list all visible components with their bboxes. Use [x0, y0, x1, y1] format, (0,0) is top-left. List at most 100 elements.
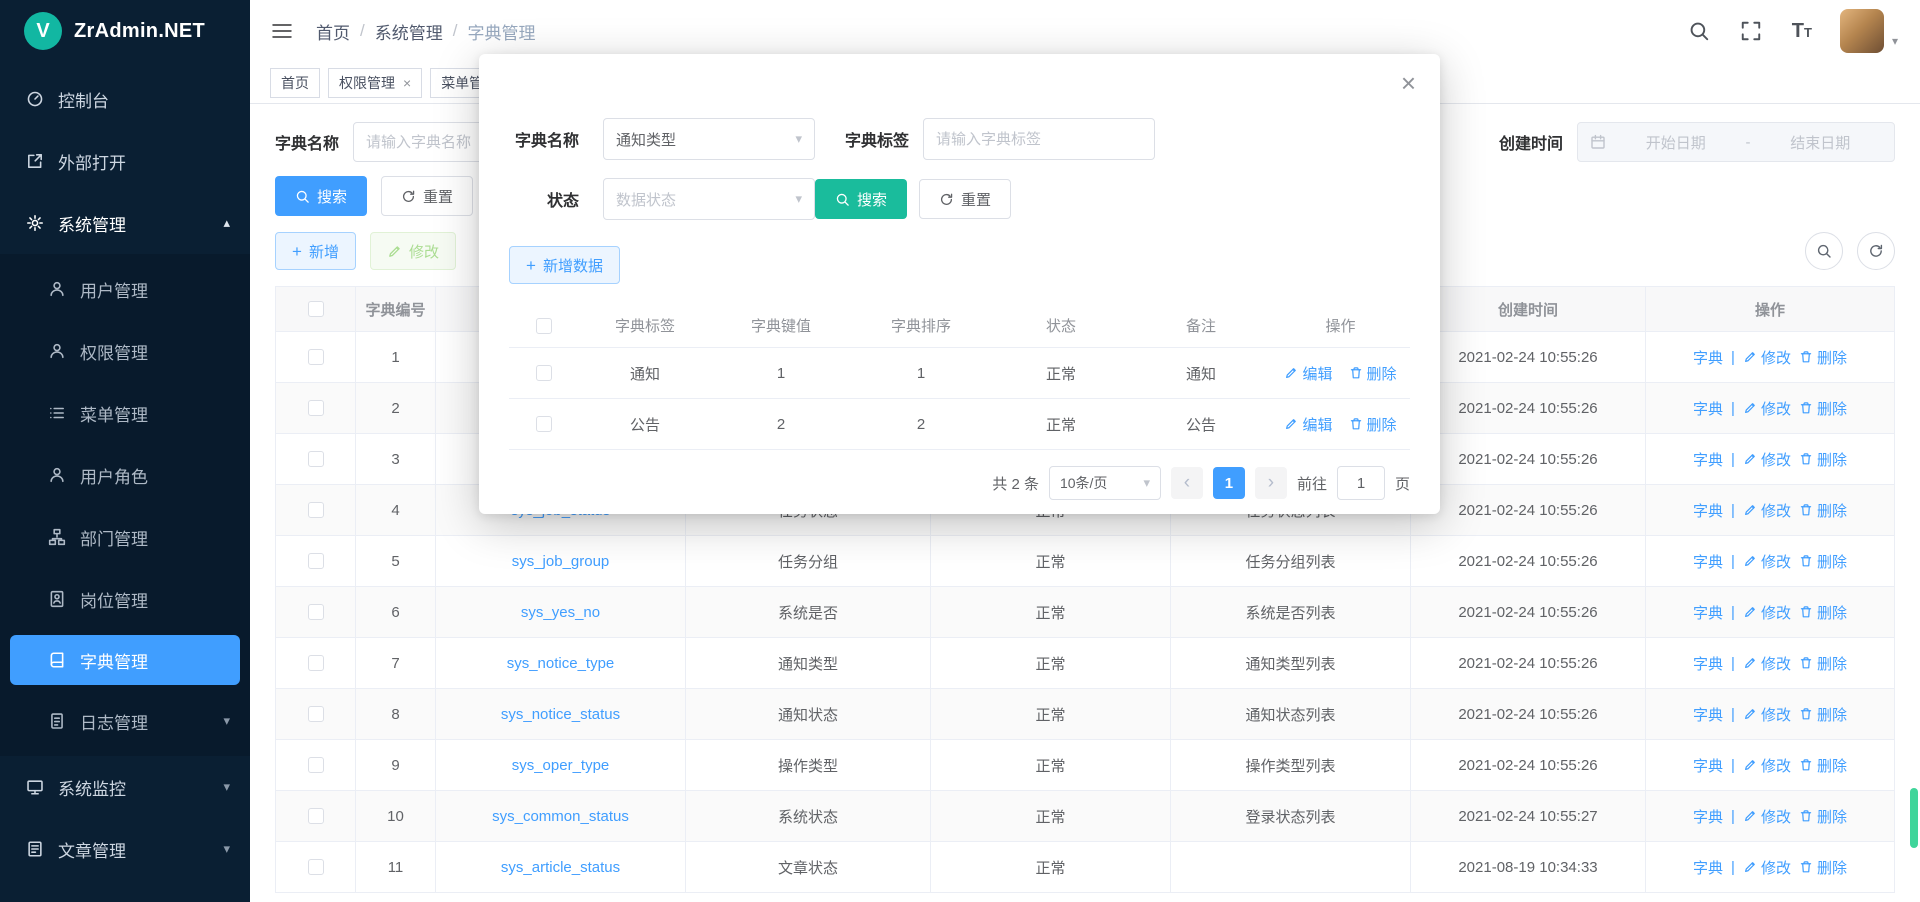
- edit-link[interactable]: 编辑: [1284, 363, 1332, 384]
- row-checkbox[interactable]: [308, 553, 324, 569]
- toggle-search-button[interactable]: [1805, 232, 1843, 270]
- dialog-search-button[interactable]: 搜索: [815, 179, 907, 219]
- edit-link[interactable]: 修改: [1743, 449, 1791, 470]
- delete-link[interactable]: 删除: [1349, 363, 1397, 384]
- delete-link[interactable]: 删除: [1799, 857, 1847, 878]
- row-checkbox[interactable]: [308, 604, 324, 620]
- row-checkbox[interactable]: [308, 349, 324, 365]
- row-checkbox[interactable]: [536, 416, 552, 432]
- dict-name-link[interactable]: sys_yes_no: [521, 604, 600, 621]
- sidebar-item-article[interactable]: 文章管理 ▾: [0, 818, 250, 880]
- edit-button[interactable]: 修改: [370, 232, 456, 270]
- sidebar-item-dashboard[interactable]: 控制台: [0, 68, 250, 130]
- sidebar-item-dict[interactable]: 字典管理: [10, 635, 240, 685]
- page-number-button[interactable]: 1: [1213, 467, 1245, 499]
- dict-name-link[interactable]: sys_notice_status: [501, 706, 620, 723]
- dict-label-input[interactable]: [923, 118, 1155, 160]
- edit-link[interactable]: 修改: [1743, 551, 1791, 572]
- app-logo[interactable]: V ZrAdmin.NET: [0, 0, 250, 62]
- edit-link[interactable]: 修改: [1743, 755, 1791, 776]
- next-page-button[interactable]: ›: [1255, 467, 1287, 499]
- edit-link[interactable]: 修改: [1743, 500, 1791, 521]
- delete-link[interactable]: 删除: [1799, 704, 1847, 725]
- prev-page-button[interactable]: ‹: [1171, 467, 1203, 499]
- close-icon[interactable]: ×: [1401, 70, 1416, 96]
- font-size-icon[interactable]: TT: [1792, 20, 1812, 43]
- delete-link[interactable]: 删除: [1799, 653, 1847, 674]
- breadcrumb-home[interactable]: 首页: [316, 19, 350, 44]
- sidebar-item-system[interactable]: 系统管理 ▴: [0, 192, 250, 254]
- edit-link[interactable]: 修改: [1743, 806, 1791, 827]
- row-checkbox[interactable]: [308, 757, 324, 773]
- delete-link[interactable]: 删除: [1799, 500, 1847, 521]
- dict-data-link[interactable]: 字典: [1693, 857, 1723, 878]
- chevron-down-icon[interactable]: ▾: [1892, 34, 1898, 48]
- dict-data-link[interactable]: 字典: [1693, 755, 1723, 776]
- dict-data-link[interactable]: 字典: [1693, 704, 1723, 725]
- edit-link[interactable]: 修改: [1743, 347, 1791, 368]
- tab-permission[interactable]: 权限管理 ×: [328, 68, 422, 98]
- row-checkbox[interactable]: [308, 706, 324, 722]
- edit-link[interactable]: 修改: [1743, 857, 1791, 878]
- date-range-picker[interactable]: 开始日期 - 结束日期: [1577, 122, 1895, 162]
- dict-data-link[interactable]: 字典: [1693, 500, 1723, 521]
- search-icon[interactable]: [1688, 20, 1710, 42]
- row-checkbox[interactable]: [308, 400, 324, 416]
- dict-data-link[interactable]: 字典: [1693, 449, 1723, 470]
- dict-data-link[interactable]: 字典: [1693, 653, 1723, 674]
- dialog-reset-button[interactable]: 重置: [919, 179, 1011, 219]
- delete-link[interactable]: 删除: [1799, 602, 1847, 623]
- select-all-checkbox[interactable]: [536, 318, 552, 334]
- close-icon[interactable]: ×: [403, 75, 411, 91]
- status-select[interactable]: 数据状态 ▾: [603, 178, 815, 220]
- delete-link[interactable]: 删除: [1799, 398, 1847, 419]
- edit-link[interactable]: 修改: [1743, 398, 1791, 419]
- hamburger-icon[interactable]: [270, 19, 294, 43]
- dict-data-link[interactable]: 字典: [1693, 806, 1723, 827]
- delete-link[interactable]: 删除: [1349, 414, 1397, 435]
- row-checkbox[interactable]: [308, 655, 324, 671]
- dict-name-link[interactable]: sys_common_status: [492, 808, 629, 825]
- search-button[interactable]: 搜索: [275, 176, 367, 216]
- sidebar-item-monitor[interactable]: 系统监控 ▾: [0, 756, 250, 818]
- edit-link[interactable]: 修改: [1743, 704, 1791, 725]
- fullscreen-icon[interactable]: [1740, 20, 1762, 42]
- dict-name-link[interactable]: sys_article_status: [501, 859, 620, 876]
- refresh-table-button[interactable]: [1857, 232, 1895, 270]
- sidebar-item-dept[interactable]: 部门管理: [0, 506, 250, 568]
- delete-link[interactable]: 删除: [1799, 755, 1847, 776]
- add-data-button[interactable]: + 新增数据: [509, 246, 620, 284]
- dict-name-link[interactable]: sys_job_group: [512, 553, 610, 570]
- breadcrumb-parent[interactable]: 系统管理: [375, 19, 443, 44]
- edit-link[interactable]: 修改: [1743, 602, 1791, 623]
- row-checkbox[interactable]: [308, 502, 324, 518]
- dict-data-link[interactable]: 字典: [1693, 551, 1723, 572]
- add-button[interactable]: + 新增: [275, 232, 356, 270]
- scrollbar-thumb[interactable]: [1910, 788, 1918, 848]
- avatar[interactable]: [1840, 9, 1884, 53]
- sidebar-item-menu[interactable]: 菜单管理: [0, 382, 250, 444]
- sidebar-item-permission[interactable]: 权限管理: [0, 320, 250, 382]
- sidebar-item-log[interactable]: 日志管理 ▾: [0, 690, 250, 752]
- page-size-select[interactable]: 10条/页 ▾: [1049, 466, 1161, 500]
- select-all-checkbox[interactable]: [308, 301, 324, 317]
- delete-link[interactable]: 删除: [1799, 806, 1847, 827]
- dict-name-select[interactable]: 通知类型 ▾: [603, 118, 815, 160]
- tab-home[interactable]: 首页: [270, 68, 320, 98]
- row-checkbox[interactable]: [308, 451, 324, 467]
- delete-link[interactable]: 删除: [1799, 551, 1847, 572]
- row-checkbox[interactable]: [308, 808, 324, 824]
- delete-link[interactable]: 删除: [1799, 449, 1847, 470]
- dict-data-link[interactable]: 字典: [1693, 398, 1723, 419]
- dict-data-link[interactable]: 字典: [1693, 347, 1723, 368]
- edit-link[interactable]: 编辑: [1284, 414, 1332, 435]
- dict-name-link[interactable]: sys_notice_type: [507, 655, 615, 672]
- row-checkbox[interactable]: [536, 365, 552, 381]
- edit-link[interactable]: 修改: [1743, 653, 1791, 674]
- dict-data-link[interactable]: 字典: [1693, 602, 1723, 623]
- sidebar-item-users[interactable]: 用户管理: [0, 258, 250, 320]
- sidebar-item-role[interactable]: 用户角色: [0, 444, 250, 506]
- delete-link[interactable]: 删除: [1799, 347, 1847, 368]
- goto-page-input[interactable]: [1337, 466, 1385, 500]
- sidebar-item-post[interactable]: 岗位管理: [0, 568, 250, 630]
